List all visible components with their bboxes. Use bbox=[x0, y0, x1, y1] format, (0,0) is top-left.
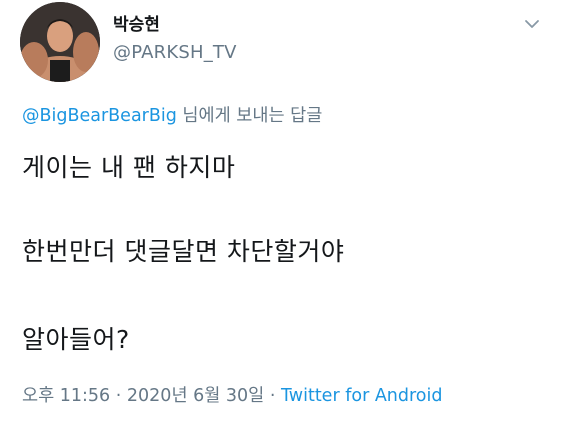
user-handle[interactable]: @PARKSH_TV bbox=[113, 42, 237, 64]
display-name[interactable]: 박승현 bbox=[113, 14, 237, 36]
tweet-source-link[interactable]: Twitter for Android bbox=[281, 386, 443, 406]
reply-suffix: 님에게 보내는 답글 bbox=[176, 106, 323, 126]
tweet-text-line: 한번만더 댓글달면 차단할거야 bbox=[22, 237, 345, 266]
replying-to: @BigBearBearBig 님에게 보내는 답글 bbox=[22, 102, 322, 127]
tweet-meta: 오후 11:56 · 2020년 6월 30일 · Twitter for An… bbox=[22, 382, 442, 407]
reply-mention-link[interactable]: @BigBearBearBig bbox=[22, 106, 177, 126]
meta-separator: · bbox=[110, 386, 127, 406]
avatar[interactable] bbox=[20, 2, 100, 82]
avatar-photo bbox=[20, 2, 100, 82]
meta-separator: · bbox=[264, 386, 281, 406]
tweet-header: 박승현 @PARKSH_TV bbox=[20, 2, 550, 82]
tweet-date[interactable]: 2020년 6월 30일 bbox=[127, 386, 264, 406]
tweet-text-line: 게이는 내 팬 하지마 bbox=[22, 153, 236, 182]
chevron-down-icon[interactable] bbox=[520, 12, 544, 36]
tweet-time[interactable]: 오후 11:56 bbox=[22, 386, 110, 406]
user-names: 박승현 @PARKSH_TV bbox=[113, 14, 237, 64]
tweet-text-line: 알아들어? bbox=[22, 325, 130, 354]
